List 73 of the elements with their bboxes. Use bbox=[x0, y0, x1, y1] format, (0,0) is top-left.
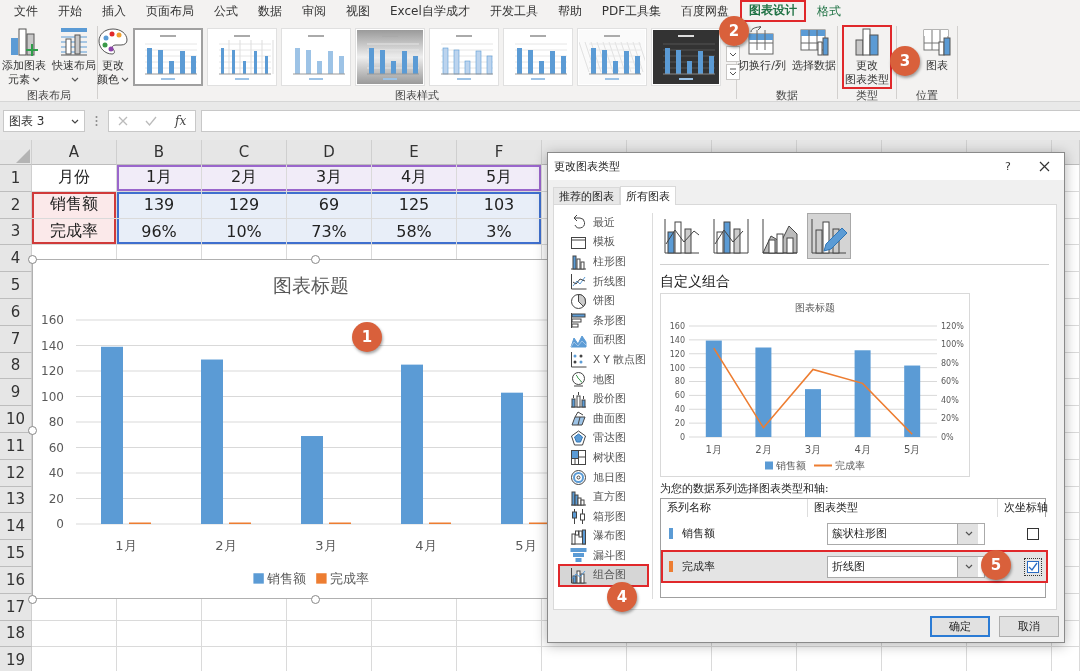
axis-label: 160 bbox=[41, 313, 64, 328]
group-label: 类型 bbox=[855, 88, 879, 103]
dialog-title: 更改图表类型 bbox=[554, 159, 621, 174]
axis-label: 2月 bbox=[755, 444, 772, 455]
legend-item: 完成率 bbox=[814, 460, 865, 471]
axis-label: 100% bbox=[941, 340, 964, 350]
cell: 10% bbox=[202, 218, 287, 246]
axis-label: 20 bbox=[674, 419, 685, 428]
axis-label: 1月 bbox=[705, 444, 722, 455]
cell: 103 bbox=[457, 191, 542, 219]
cell: 73% bbox=[287, 218, 372, 246]
cell: 销售额 bbox=[32, 191, 117, 219]
axis-label: 20 bbox=[48, 491, 64, 506]
axis-label: 0 bbox=[56, 517, 64, 532]
axis-label: 140 bbox=[41, 338, 64, 353]
axis-label: 5月 bbox=[904, 444, 921, 455]
legend-label: 完成率 bbox=[329, 571, 369, 586]
legend-item: 销售额 bbox=[253, 571, 306, 586]
axis-label: 20% bbox=[941, 414, 959, 424]
cell: 4月 bbox=[372, 165, 457, 192]
chart-title: 图表标题 bbox=[795, 302, 835, 313]
series-label: 销售额 bbox=[682, 526, 715, 541]
axis-label: 60 bbox=[674, 391, 685, 401]
axis-label: 4月 bbox=[854, 444, 871, 455]
group-label: 位置 bbox=[915, 88, 939, 103]
cell: 1月 bbox=[117, 165, 202, 192]
axis-label: 120 bbox=[669, 349, 685, 359]
column-header: 系列名称 bbox=[666, 500, 712, 515]
cell: 129 bbox=[202, 191, 287, 219]
legend-label: 销售额 bbox=[775, 460, 806, 471]
axis-label: 140 bbox=[669, 335, 685, 345]
cell: 3月 bbox=[287, 165, 372, 192]
cell: 69 bbox=[287, 191, 372, 219]
section-title: 自定义组合 bbox=[660, 272, 731, 291]
axis-label: 1月 bbox=[115, 538, 137, 553]
group-label: 数据 bbox=[775, 88, 799, 103]
axis-label: 5月 bbox=[515, 538, 537, 553]
axis-label: 0% bbox=[941, 432, 954, 442]
cell: 2月 bbox=[202, 165, 287, 192]
axis-label: 60% bbox=[941, 377, 959, 387]
axis-label: 40% bbox=[941, 395, 959, 405]
axis-label: 80% bbox=[941, 358, 959, 368]
axis-label: 40 bbox=[48, 466, 64, 481]
axis-label: 80 bbox=[674, 377, 685, 387]
cell: 58% bbox=[372, 218, 457, 246]
axis-label: 100 bbox=[669, 363, 685, 373]
axis-label: 120% bbox=[941, 321, 964, 331]
axis-label: 60 bbox=[48, 440, 64, 455]
axis-label: 100 bbox=[41, 389, 64, 404]
instruction-text: 为您的数据系列选择图表类型和轴: bbox=[660, 482, 830, 495]
legend-label: 完成率 bbox=[835, 460, 865, 471]
axis-label: 2月 bbox=[215, 538, 237, 553]
axis-label: 3月 bbox=[804, 444, 822, 455]
axis-label: 160 bbox=[669, 321, 685, 331]
cell: 3% bbox=[457, 218, 542, 246]
axis-label: 3月 bbox=[315, 538, 337, 553]
axis-label: 80 bbox=[48, 415, 64, 430]
chart-title: 图表标题 bbox=[273, 274, 349, 296]
axis-label: 120 bbox=[41, 364, 64, 379]
group-label: 图表布局 bbox=[25, 88, 72, 103]
series-label: 完成率 bbox=[682, 559, 715, 574]
cell: 96% bbox=[117, 218, 202, 246]
cell: 139 bbox=[117, 191, 202, 219]
cell: 完成率 bbox=[32, 218, 117, 246]
group-label: 图表样式 bbox=[394, 88, 440, 103]
cell: 5月 bbox=[457, 165, 542, 192]
legend-item: 完成率 bbox=[316, 571, 369, 586]
axis-label: 4月 bbox=[415, 538, 437, 553]
legend-item: 销售额 bbox=[765, 460, 806, 471]
legend-label: 销售额 bbox=[265, 571, 306, 586]
axis-label: 40 bbox=[674, 405, 685, 415]
cell: 125 bbox=[372, 191, 457, 219]
axis-label: 0 bbox=[679, 432, 685, 442]
